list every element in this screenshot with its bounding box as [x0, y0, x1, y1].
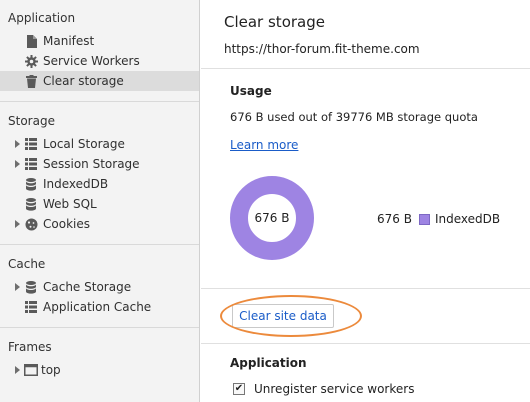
sidebar-item-application-cache[interactable]: Application Cache: [0, 297, 199, 317]
usage-divider: [201, 288, 530, 289]
section-title-cache: Cache: [8, 257, 46, 271]
grid-icon: [24, 157, 38, 171]
application-divider: [201, 343, 530, 344]
header-divider: [201, 68, 530, 69]
document-icon: [24, 34, 38, 48]
legend-label: IndexedDB: [434, 212, 501, 226]
expand-arrow-icon[interactable]: [13, 277, 21, 297]
sidebar-item-local-storage[interactable]: Local Storage: [0, 134, 199, 154]
expand-arrow-icon[interactable]: [13, 134, 21, 154]
expand-arrow-icon[interactable]: [13, 360, 21, 380]
unregister-service-workers-row[interactable]: ✔ Unregister service workers: [233, 382, 414, 396]
database-icon: [24, 197, 38, 211]
sidebar-item-label: Local Storage: [43, 137, 125, 151]
gear-icon: [24, 54, 38, 68]
expand-arrow-icon[interactable]: [13, 214, 21, 234]
sidebar-item-label: IndexedDB: [43, 177, 109, 191]
sidebar-item-label: Cookies: [43, 217, 90, 231]
grid-icon: [24, 137, 38, 151]
sidebar-item-web-sql[interactable]: Web SQL: [0, 194, 199, 214]
grid-icon: [24, 300, 38, 314]
legend-value: 676 B: [377, 212, 412, 226]
section-divider: [0, 327, 199, 328]
usage-summary: 676 B used out of 39776 MB storage quota: [230, 110, 478, 124]
sidebar: Application Manifest Service Workers Cle…: [0, 0, 200, 402]
sidebar-item-label: top: [41, 363, 61, 377]
sidebar-item-label: Manifest: [43, 34, 95, 48]
checkbox-label: Unregister service workers: [254, 382, 415, 396]
learn-more-link[interactable]: Learn more: [230, 138, 298, 152]
sidebar-item-label: Cache Storage: [43, 280, 132, 294]
sidebar-item-label: Web SQL: [43, 197, 97, 211]
sidebar-item-indexeddb[interactable]: IndexedDB: [0, 174, 199, 194]
section-title-storage: Storage: [8, 114, 55, 128]
frame-icon: [24, 363, 38, 377]
database-icon: [24, 280, 38, 294]
application-heading: Application: [230, 356, 307, 370]
sidebar-item-cache-storage[interactable]: Cache Storage: [0, 277, 199, 297]
page-title: Clear storage: [224, 13, 325, 31]
sidebar-item-service-workers[interactable]: Service Workers: [0, 51, 199, 71]
expand-arrow-icon[interactable]: [13, 154, 21, 174]
clear-site-data-button[interactable]: Clear site data: [232, 304, 334, 328]
legend-swatch: [418, 213, 430, 225]
trash-icon: [24, 74, 38, 88]
sidebar-item-session-storage[interactable]: Session Storage: [0, 154, 199, 174]
cookie-icon: [24, 217, 38, 231]
section-title-application: Application: [8, 11, 76, 25]
usage-heading: Usage: [230, 84, 272, 98]
sidebar-item-label: Session Storage: [43, 157, 140, 171]
sidebar-item-manifest[interactable]: Manifest: [0, 31, 199, 51]
section-divider: [0, 244, 199, 245]
section-title-frames: Frames: [8, 340, 52, 354]
donut-center-label: 676 B: [254, 211, 290, 225]
clear-storage-panel: Clear storage https://thor-forum.fit-the…: [201, 0, 530, 402]
unregister-service-workers-checkbox[interactable]: ✔: [233, 383, 245, 395]
sidebar-item-cookies[interactable]: Cookies: [0, 214, 199, 234]
section-divider: [0, 101, 199, 102]
sidebar-item-clear-storage[interactable]: Clear storage: [0, 71, 199, 91]
sidebar-item-frame-top[interactable]: top: [0, 360, 199, 380]
database-icon: [24, 177, 38, 191]
sidebar-item-label: Service Workers: [43, 54, 140, 68]
usage-legend: 676 B IndexedDB: [377, 212, 500, 226]
origin-url: https://thor-forum.fit-theme.com: [224, 42, 420, 56]
sidebar-item-label: Application Cache: [43, 300, 152, 314]
sidebar-item-label: Clear storage: [43, 74, 124, 88]
